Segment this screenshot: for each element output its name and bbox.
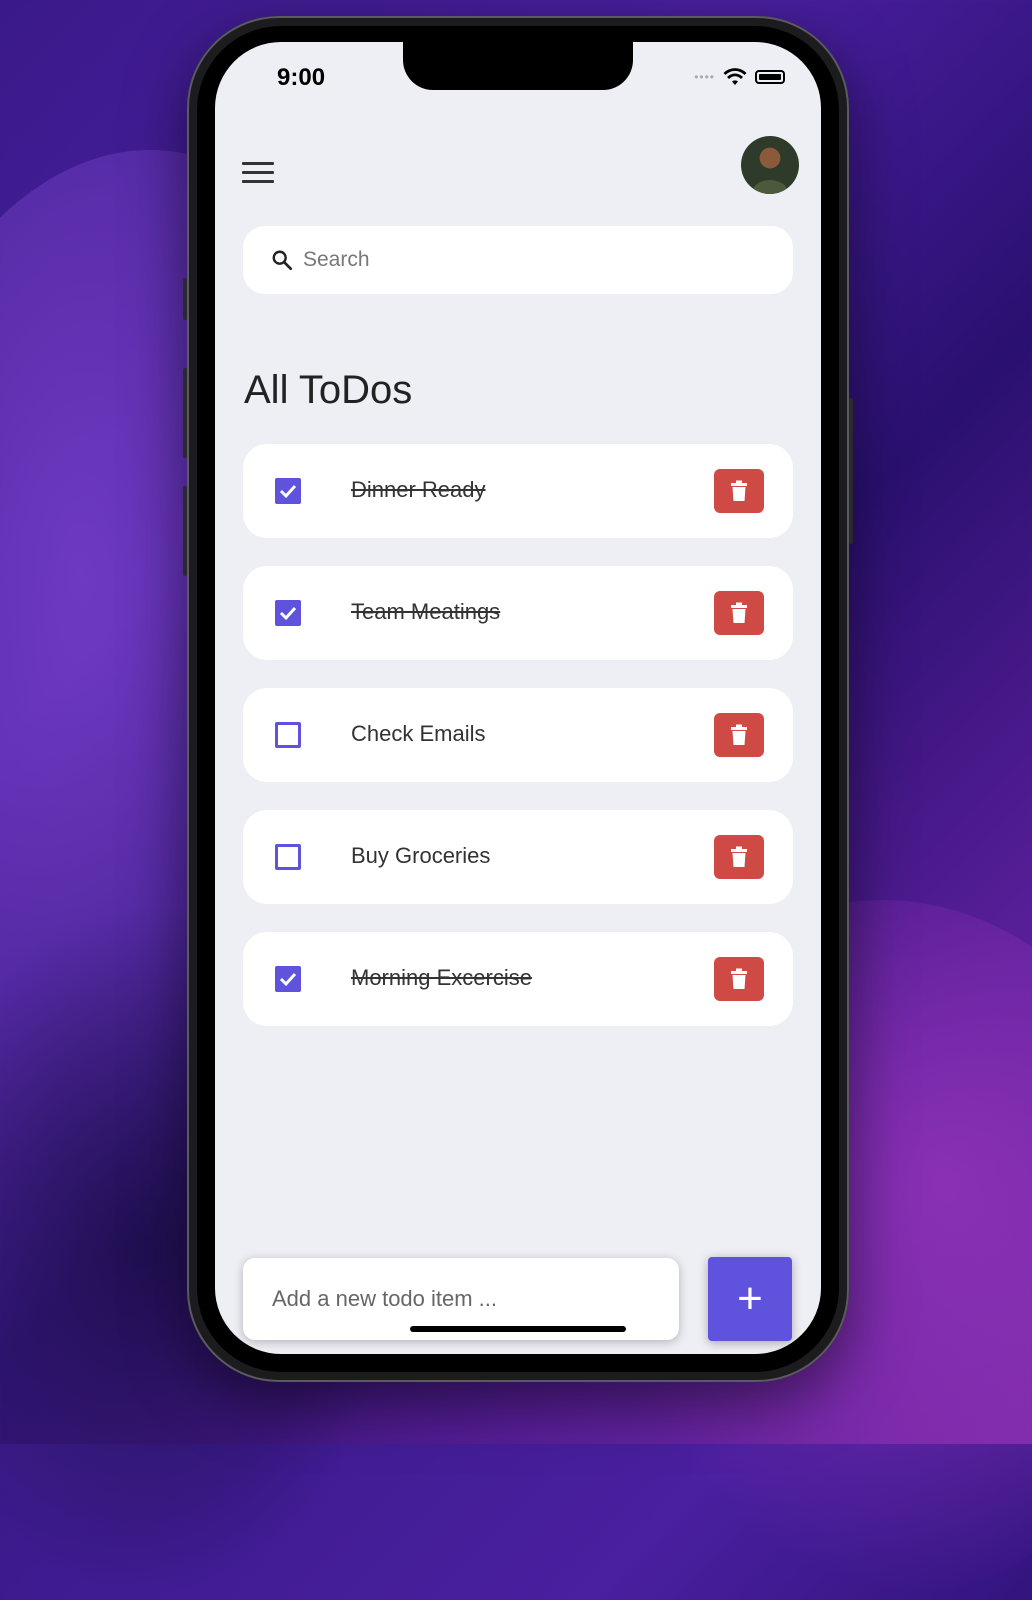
delete-button[interactable] bbox=[714, 469, 764, 513]
home-indicator bbox=[410, 1326, 626, 1332]
trash-icon bbox=[731, 846, 747, 867]
todo-label: Dinner Ready bbox=[351, 477, 486, 502]
wifi-icon bbox=[723, 68, 747, 85]
signal-icon: •••• bbox=[694, 70, 715, 84]
todo-label: Check Emails bbox=[351, 721, 486, 746]
trash-icon bbox=[731, 724, 747, 745]
checkbox-unchecked-icon[interactable] bbox=[275, 722, 301, 748]
phone-frame: 9:00 •••• Search All ToDos Dinner Ready T… bbox=[183, 16, 853, 1382]
menu-icon[interactable] bbox=[242, 162, 274, 184]
checkbox-checked-icon[interactable] bbox=[275, 478, 301, 504]
search-input[interactable]: Search bbox=[303, 248, 370, 272]
todo-item[interactable]: Team Meatings bbox=[243, 566, 793, 660]
app-screen: 9:00 •••• Search All ToDos Dinner Ready T… bbox=[215, 42, 821, 1354]
delete-button[interactable] bbox=[714, 713, 764, 757]
avatar[interactable] bbox=[741, 136, 799, 194]
todo-item[interactable]: Buy Groceries bbox=[243, 810, 793, 904]
search-bar[interactable]: Search bbox=[243, 226, 793, 294]
trash-icon bbox=[731, 968, 747, 989]
checkbox-unchecked-icon[interactable] bbox=[275, 844, 301, 870]
trash-icon bbox=[731, 602, 747, 623]
delete-button[interactable] bbox=[714, 835, 764, 879]
page-title: All ToDos bbox=[244, 368, 413, 412]
notch bbox=[403, 42, 633, 90]
checkbox-checked-icon[interactable] bbox=[275, 966, 301, 992]
todo-item[interactable]: Dinner Ready bbox=[243, 444, 793, 538]
todo-label: Morning Excercise bbox=[351, 965, 532, 990]
todo-item[interactable]: Morning Excercise bbox=[243, 932, 793, 1026]
todo-item[interactable]: Check Emails bbox=[243, 688, 793, 782]
todo-label: Team Meatings bbox=[351, 599, 501, 624]
add-todo-button[interactable]: + bbox=[708, 1257, 792, 1341]
checkbox-checked-icon[interactable] bbox=[275, 600, 301, 626]
battery-icon bbox=[755, 70, 785, 84]
todo-label: Buy Groceries bbox=[351, 843, 491, 868]
trash-icon bbox=[731, 480, 747, 501]
delete-button[interactable] bbox=[714, 957, 764, 1001]
delete-button[interactable] bbox=[714, 591, 764, 635]
status-icons: •••• bbox=[694, 68, 785, 86]
status-time: 9:00 bbox=[277, 64, 326, 91]
search-icon bbox=[272, 250, 293, 271]
add-todo-placeholder: Add a new todo item ... bbox=[272, 1286, 498, 1311]
